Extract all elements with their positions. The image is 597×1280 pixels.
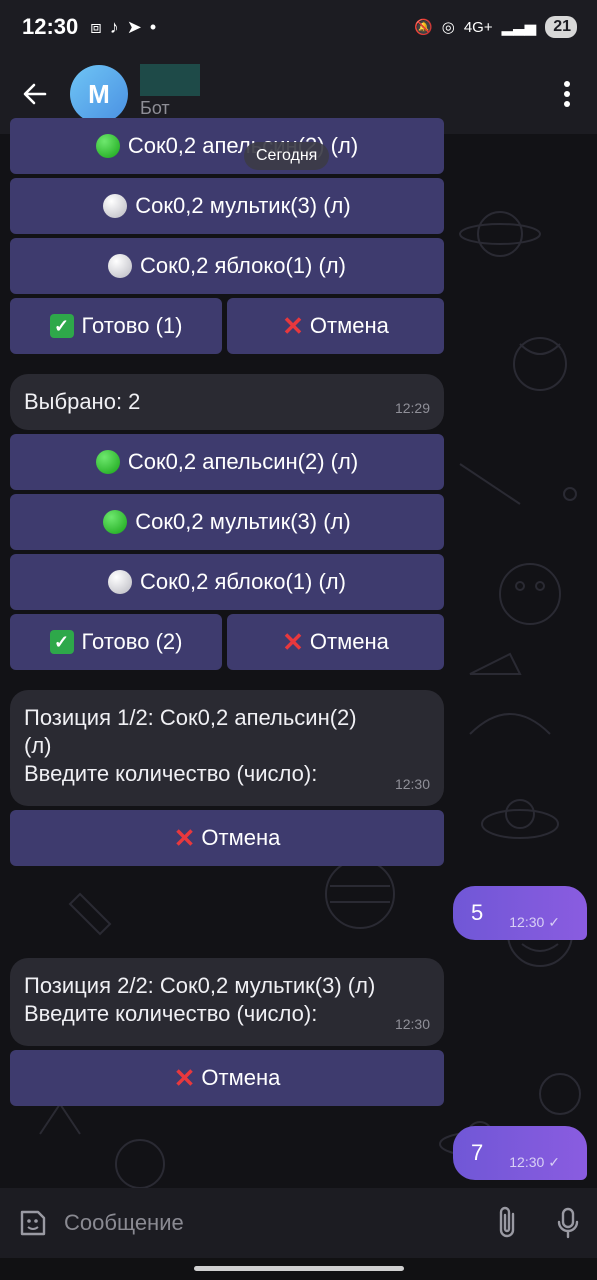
arrow-left-icon <box>23 83 47 105</box>
message-position-2: Позиция 2/2: Сок0,2 мультик(3) (л) Введи… <box>10 958 444 1046</box>
gesture-nav-handle[interactable] <box>194 1266 404 1271</box>
message-input[interactable]: Сообщение <box>64 1210 184 1236</box>
kb2-apple-button[interactable]: Сок0,2 яблоко(1) (л) <box>10 554 444 610</box>
pos1-cancel-button[interactable]: ✕ Отмена <box>10 810 444 866</box>
outgoing-text: 7 <box>471 1140 484 1165</box>
kb1-done-button[interactable]: ✓ Готово (1) <box>10 298 222 354</box>
screenshot-icon: ⧈ <box>90 16 102 37</box>
avatar-letter: M <box>88 78 110 109</box>
pos1-cancel-label: Отмена <box>201 825 281 850</box>
hotspot-icon: ◎ <box>441 19 455 36</box>
kb1-orange-button[interactable]: Сок0,2 апельсин(2) (л) <box>10 118 444 174</box>
cross-icon: ✕ <box>282 311 304 341</box>
check-mark-icon: ✓ <box>548 913 560 930</box>
mute-icon: 🔕 <box>414 19 433 36</box>
message-time: 12:30 <box>394 776 430 792</box>
kb1-cancel-label: Отмена <box>309 313 389 338</box>
microphone-icon[interactable] <box>555 1206 581 1240</box>
kb2-cancel-label: Отмена <box>309 629 389 654</box>
cross-icon: ✕ <box>173 823 196 853</box>
kb1-cartoon-label: Сок0,2 мультик(3) (л) <box>135 193 351 218</box>
outgoing-time: 12:30 <box>509 913 545 930</box>
pos2-cancel-label: Отмена <box>201 1065 281 1090</box>
message-input-bar: Сообщение <box>0 1188 597 1258</box>
notification-dot-icon: • <box>149 16 157 37</box>
date-chip-label: Сегодня <box>256 147 318 164</box>
more-menu-button[interactable] <box>537 64 597 124</box>
battery-level: 21 <box>553 18 571 35</box>
green-circle-icon <box>95 134 120 158</box>
message-text: Позиция 1/2: Сок0,2 апельсин(2) (л) Введ… <box>24 705 357 786</box>
check-icon: ✓ <box>49 314 74 338</box>
attach-paperclip-icon[interactable] <box>495 1206 521 1240</box>
sticker-icon[interactable] <box>16 1206 50 1240</box>
pos2-cancel-button[interactable]: ✕ Отмена <box>10 1050 444 1106</box>
green-circle-icon <box>103 510 128 534</box>
kb2-orange-button[interactable]: Сок0,2 апельсин(2) (л) <box>10 434 444 490</box>
white-circle-icon <box>108 570 133 594</box>
white-circle-icon <box>108 254 133 278</box>
network-type: 4G+ <box>463 18 493 36</box>
message-text: Выбрано: 2 <box>24 389 141 414</box>
message-text: Позиция 2/2: Сок0,2 мультик(3) (л) Введи… <box>24 973 376 1026</box>
message-time: 12:29 <box>394 400 430 416</box>
kb2-done-button[interactable]: ✓ Готово (2) <box>10 614 222 670</box>
kb1-cartoon-button[interactable]: Сок0,2 мультик(3) (л) <box>10 178 444 234</box>
outgoing-message-2: 7 12:30 ✓ <box>453 1126 587 1180</box>
kb2-done-label: Готово (2) <box>81 629 183 654</box>
kb2-apple-label: Сок0,2 яблоко(1) (л) <box>140 569 346 594</box>
chat-subtitle: Бот <box>140 97 170 118</box>
outgoing-text: 5 <box>471 900 484 925</box>
kb1-apple-label: Сок0,2 яблоко(1) (л) <box>140 253 346 278</box>
outgoing-message-1: 5 12:30 ✓ <box>453 886 587 940</box>
more-vertical-icon <box>564 81 570 107</box>
chat-title-block[interactable]: Бот <box>140 63 200 119</box>
kb2-cartoon-button[interactable]: Сок0,2 мультик(3) (л) <box>10 494 444 550</box>
cross-icon: ✕ <box>282 627 304 657</box>
battery-indicator: 21 <box>545 16 577 38</box>
kb2-cartoon-label: Сок0,2 мультик(3) (л) <box>135 509 351 534</box>
avatar[interactable]: M <box>70 65 128 123</box>
message-selected: Выбрано: 2 12:29 <box>10 374 444 430</box>
chat-name-redacted <box>140 63 200 96</box>
green-circle-icon <box>95 450 120 474</box>
status-bar: 12:30 ⧈ ♪ ➤ • 🔕 ◎ 4G+ ▂▃▅ 21 <box>0 0 597 54</box>
outgoing-time: 12:30 <box>509 1153 545 1170</box>
check-mark-icon: ✓ <box>548 1153 560 1170</box>
kb1-cancel-button[interactable]: ✕ Отмена <box>227 298 444 354</box>
message-time: 12:30 <box>394 1016 430 1032</box>
signal-icon: ▂▃▅ <box>501 19 537 36</box>
kb2-cancel-button[interactable]: ✕ Отмена <box>227 614 444 670</box>
kb2-orange-label: Сок0,2 апельсин(2) (л) <box>127 449 359 474</box>
check-icon: ✓ <box>49 630 74 654</box>
kb1-done-label: Готово (1) <box>81 313 183 338</box>
white-circle-icon <box>103 194 128 218</box>
kb1-apple-button[interactable]: Сок0,2 яблоко(1) (л) <box>10 238 444 294</box>
tiktok-icon: ♪ <box>109 16 119 37</box>
cross-icon: ✕ <box>173 1063 196 1093</box>
date-chip: Сегодня <box>244 142 330 170</box>
telegram-icon: ➤ <box>126 16 142 37</box>
message-position-1: Позиция 1/2: Сок0,2 апельсин(2) (л) Введ… <box>10 690 444 806</box>
status-time: 12:30 <box>22 14 79 39</box>
